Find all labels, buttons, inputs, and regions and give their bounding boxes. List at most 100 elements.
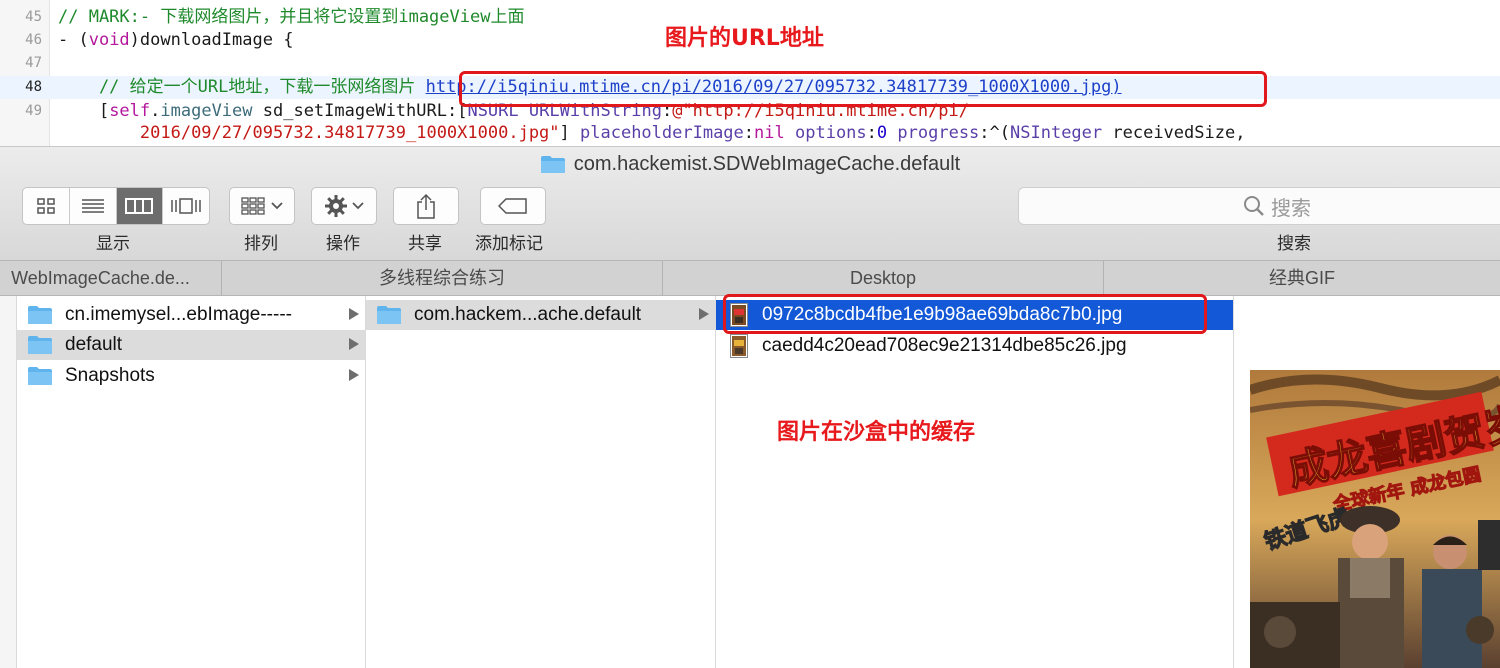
code-token: . bbox=[150, 101, 161, 121]
coverflow-view-button[interactable] bbox=[163, 188, 209, 224]
code-token: progress bbox=[897, 123, 980, 143]
code-token: receivedSize, bbox=[1102, 123, 1246, 143]
list-item[interactable]: com.hackem...ache.default bbox=[366, 300, 715, 330]
item-label: default bbox=[65, 334, 123, 355]
list-item[interactable]: Snapshots bbox=[17, 361, 365, 391]
search-label: 搜索 bbox=[1277, 234, 1311, 253]
icon-view-button[interactable] bbox=[23, 188, 70, 224]
tab-label: 经典GIF bbox=[1269, 268, 1335, 288]
disclosure-arrow-icon bbox=[349, 308, 359, 320]
share-label: 共享 bbox=[408, 234, 442, 253]
code-token: [ bbox=[58, 101, 110, 121]
search-field[interactable]: 搜索 bbox=[1018, 187, 1500, 225]
disclosure-arrow-icon bbox=[349, 369, 359, 381]
code-token: : bbox=[866, 123, 877, 143]
tab-webimagecache[interactable]: WebImageCache.de... bbox=[0, 261, 222, 296]
coverflow-icon bbox=[171, 198, 201, 214]
tab-bar: WebImageCache.de... 多线程综合练习 Desktop 经典GI… bbox=[0, 260, 1500, 296]
chevron-down-icon bbox=[352, 202, 364, 210]
list-item[interactable]: cn.imemysel...ebImage----- bbox=[17, 300, 365, 330]
list-item[interactable]: caedd4c20ead708ec9e21314dbe85c26.jpg bbox=[716, 331, 1233, 361]
code-text: - (void)downloadImage { bbox=[58, 29, 293, 52]
folder-icon bbox=[28, 367, 52, 385]
item-label: caedd4c20ead708ec9e21314dbe85c26.jpg bbox=[762, 335, 1127, 356]
code-token: - ( bbox=[58, 30, 89, 50]
code-token: // MARK:- 下载网络图片，并且将它设置到imageView上面 bbox=[58, 7, 525, 27]
view-mode-group[interactable] bbox=[22, 187, 210, 225]
list-item[interactable]: default bbox=[17, 330, 365, 360]
url-highlight-box bbox=[459, 71, 1267, 107]
code-token: 2016/09/27/095732.34817739_1000X1000.jpg… bbox=[139, 123, 560, 143]
list-icon bbox=[81, 199, 104, 213]
add-tag-button[interactable] bbox=[480, 187, 546, 225]
folder-icon bbox=[540, 155, 565, 173]
share-icon bbox=[417, 193, 435, 219]
item-label: Snapshots bbox=[65, 365, 155, 386]
code-token: )downloadImage { bbox=[129, 30, 294, 50]
title-bar: com.hackemist.SDWebImageCache.default bbox=[0, 147, 1500, 181]
code-token: sd_setImageWithURL:[ bbox=[252, 101, 468, 121]
disclosure-arrow-icon bbox=[699, 308, 709, 320]
code-token: 0 bbox=[876, 123, 888, 143]
line-number: 49 bbox=[25, 103, 42, 119]
column-1[interactable]: cn.imemysel...ebImage----- default Snaps… bbox=[17, 296, 366, 668]
code-token: placeholderImage bbox=[580, 123, 744, 143]
column-view-button[interactable] bbox=[116, 188, 164, 224]
columns-icon bbox=[125, 198, 154, 214]
window-title: com.hackemist.SDWebImageCache.default bbox=[573, 152, 961, 175]
tags-label: 添加标记 bbox=[475, 234, 543, 253]
share-button[interactable] bbox=[393, 187, 459, 225]
tab-multithread[interactable]: 多线程综合练习 bbox=[222, 261, 663, 296]
grid-icon bbox=[37, 198, 55, 214]
code-token: void bbox=[88, 30, 130, 50]
action-label: 操作 bbox=[326, 234, 360, 253]
code-token: imageView bbox=[160, 101, 253, 121]
column-3[interactable]: 0972c8bcdb4fbe1e9b98ae69bda8c7b0.jpg cae… bbox=[716, 294, 1234, 668]
code-token: :^( bbox=[979, 123, 1011, 143]
line-number: 48 bbox=[25, 79, 42, 95]
code-line[interactable]: 2016/09/27/095732.34817739_1000X1000.jpg… bbox=[0, 122, 1500, 145]
search-placeholder: 搜索 bbox=[1271, 197, 1311, 220]
code-token: // 给定一个URL地址，下载一张网络图片 bbox=[58, 77, 426, 97]
url-annotation-label: 图片的URL地址 bbox=[665, 26, 824, 51]
code-token: self bbox=[109, 101, 151, 121]
code-editor[interactable]: 45 // MARK:- 下载网络图片，并且将它设置到imageView上面 46-… bbox=[0, 0, 1500, 146]
item-label: cn.imemysel...ebImage----- bbox=[65, 304, 292, 325]
folder-icon bbox=[28, 306, 52, 324]
movie-poster-image: 成龙喜剧贺岁 全球新年 成龙包圆 铁道飞虎 bbox=[1250, 370, 1500, 668]
tab-label: WebImageCache.de... bbox=[11, 268, 190, 288]
tab-gif[interactable]: 经典GIF bbox=[1104, 261, 1500, 296]
arrange-button[interactable] bbox=[229, 187, 295, 225]
code-text: 2016/09/27/095732.34817739_1000X1000.jpg… bbox=[58, 122, 1246, 145]
column-2[interactable]: com.hackem...ache.default bbox=[366, 296, 716, 668]
code-token: NSInteger bbox=[1010, 123, 1103, 143]
line-number: 46 bbox=[25, 32, 42, 48]
view-label: 显示 bbox=[96, 234, 130, 253]
tab-label: 多线程综合练习 bbox=[379, 268, 505, 288]
item-label: com.hackem...ache.default bbox=[414, 304, 642, 325]
cache-highlight-box bbox=[723, 294, 1207, 334]
search-icon bbox=[1244, 196, 1264, 216]
arrange-label: 排列 bbox=[244, 234, 278, 253]
line-number: 45 bbox=[25, 9, 42, 25]
disclosure-arrow-icon bbox=[349, 338, 359, 350]
image-file-icon bbox=[730, 334, 748, 358]
chevron-down-icon bbox=[271, 202, 283, 210]
tag-icon bbox=[498, 198, 527, 214]
gear-icon bbox=[325, 195, 347, 217]
tab-desktop[interactable]: Desktop bbox=[663, 261, 1104, 296]
finder-toolbar: com.hackemist.SDWebImageCache.default 显示… bbox=[0, 146, 1500, 260]
action-button[interactable] bbox=[311, 187, 377, 225]
list-view-button[interactable] bbox=[70, 188, 117, 224]
folder-icon bbox=[28, 336, 52, 354]
folder-icon bbox=[377, 306, 401, 324]
code-token: ] bbox=[559, 123, 581, 143]
sidebar-edge bbox=[0, 296, 17, 668]
cache-annotation-label: 图片在沙盒中的缓存 bbox=[777, 420, 976, 445]
code-text: // MARK:- 下载网络图片，并且将它设置到imageView上面 bbox=[58, 6, 524, 29]
code-token: nil bbox=[754, 123, 785, 143]
code-token: options bbox=[795, 123, 867, 143]
line-number: 47 bbox=[25, 55, 42, 71]
